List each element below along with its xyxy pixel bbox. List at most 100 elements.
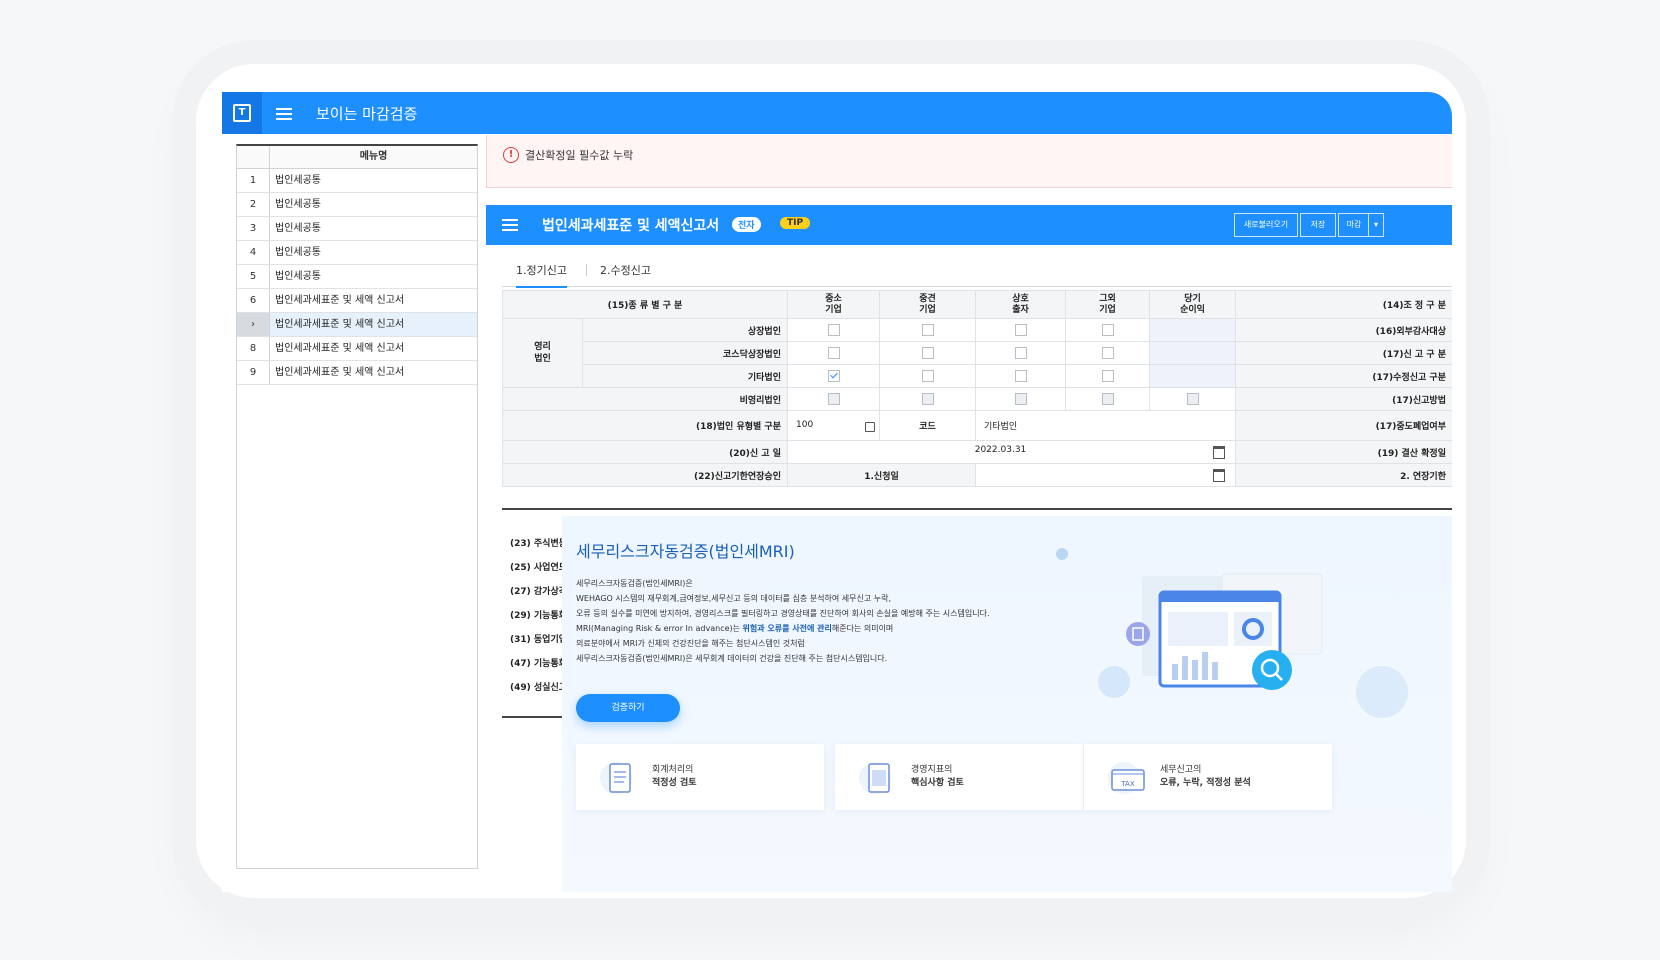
save-button[interactable]: 저장 (1300, 213, 1336, 237)
row-name: 법인세과세표준 및 세액 신고서 (275, 367, 405, 378)
deco-circle (1098, 666, 1130, 698)
alert-message[interactable]: 결산확정일 필수값 누락 (525, 147, 633, 163)
menu-icon[interactable] (276, 108, 292, 120)
menu-row[interactable]: 2 법인세공통 (237, 193, 477, 217)
mri-line: MRI(Managing Risk & error In advance)는 위… (576, 621, 1036, 636)
close-button[interactable]: 마감 (1338, 213, 1370, 237)
menu-row[interactable]: 1 법인세공통 (237, 169, 477, 193)
calendar-icon[interactable] (1213, 446, 1225, 459)
menu-list: 메뉴명 1 법인세공통 2 법인세공통 3 법인세공통 4 법인세공통 5 법인세공통 6… (236, 144, 478, 869)
tab-divider (586, 264, 587, 276)
other-netincome-cell (1149, 364, 1236, 388)
menu-header-label: 메뉴명 (359, 151, 388, 162)
feature-card-accounting[interactable]: 회계처리의 적정성 검토 (576, 744, 824, 810)
mri-line: 오류 등의 실수를 미연에 방지하여, 경영리스크를 필터링하고 경영상태를 진… (576, 609, 990, 618)
row-number: 4 (237, 241, 270, 264)
kosdaq-netincome-cell (1149, 341, 1236, 365)
nonprofit-cross-checkbox[interactable] (1014, 393, 1027, 405)
row-name: 법인세과세표준 및 세액 신고서 (275, 319, 405, 330)
form-header: 법인세과세표준 및 세액신고서 전자 TIP 새로불러오기 저장 마감 ▾ (486, 205, 1452, 245)
feature-card-management[interactable]: 경영지표의 핵심사항 검토 (835, 744, 1083, 810)
feature-card-tax[interactable]: TAX 세무신고의 오류, 누락, 적정성 분석 (1084, 744, 1332, 810)
menu-header: 메뉴명 (237, 146, 477, 169)
listed-mid-checkbox[interactable] (921, 324, 934, 336)
tab-amend[interactable]: 2.수정신고 (600, 262, 651, 278)
bar (1172, 664, 1178, 680)
menu-row[interactable]: 5 법인세공통 (237, 265, 477, 289)
row-31: (31) 동업기업 (510, 635, 562, 645)
menu-row[interactable]: 4 법인세공통 (237, 241, 477, 265)
menu-row[interactable]: 9 법인세과세표준 및 세액 신고서 (237, 361, 477, 385)
row-29: (29) 기능통화 (510, 611, 562, 621)
donut-panel (1234, 612, 1272, 646)
row-23: (23) 주식변동 (510, 539, 562, 549)
col-netincome: 당기 순이익 (1149, 290, 1236, 319)
kosdaq-sme-checkbox[interactable] (827, 347, 840, 359)
card-label: 회계처리의 적정성 검토 (652, 764, 697, 790)
logo-icon: T (233, 104, 251, 122)
listed-sme-checkbox[interactable] (827, 324, 840, 336)
kosdaq-mid-checkbox[interactable] (921, 347, 934, 359)
mri-line: 세무리스크자동검증(법인세MRI)은 세무회계 데이터의 건강을 진단해 주는 … (576, 654, 888, 663)
nonprofit-other-checkbox[interactable] (1101, 393, 1114, 405)
filing-date-input[interactable]: 2022.03.31 (787, 440, 1236, 464)
row-name: 법인세과세표준 및 세액 신고서 (275, 295, 405, 306)
menu-row[interactable]: 6 법인세과세표준 및 세액 신고서 (237, 289, 477, 313)
deco-dot (1056, 548, 1068, 560)
kosdaq-cross-checkbox[interactable] (1014, 347, 1027, 359)
menu-row[interactable]: 8 법인세과세표준 및 세액 신고서 (237, 337, 477, 361)
listed-other-checkbox[interactable] (1101, 324, 1114, 336)
row-name: 법인세공통 (275, 247, 321, 258)
audit-label: (16)외부감사대상 (1235, 318, 1452, 342)
card-label: 세무신고의 오류, 누락, 적정성 분석 (1160, 764, 1251, 790)
bar (1202, 652, 1208, 680)
other-sme-checkbox[interactable] (827, 370, 840, 382)
row-number: 2 (237, 193, 270, 216)
nonprofit-mid-checkbox[interactable] (921, 393, 934, 405)
calendar-icon[interactable] (1213, 469, 1225, 482)
nonprofit-sme-checkbox[interactable] (827, 393, 840, 405)
menu-row[interactable]: 3 법인세공통 (237, 217, 477, 241)
kosdaq-other-checkbox[interactable] (1101, 347, 1114, 359)
other-cross-checkbox[interactable] (1014, 370, 1027, 382)
mri-title: 세무리스크자동검증(법인세MRI) (576, 542, 795, 561)
section-divider (502, 508, 1452, 510)
document-icon (600, 762, 632, 794)
search-icon[interactable] (865, 421, 875, 432)
filing-date-label: (20)신 고 일 (502, 440, 788, 464)
verify-button[interactable]: 검증하기 (576, 694, 680, 722)
reload-button[interactable]: 새로불러오기 (1234, 213, 1298, 237)
listed-netincome-cell (1149, 318, 1236, 342)
electronic-badge: 전자 (732, 217, 761, 232)
row-49: (49) 성실신고 (510, 683, 562, 693)
mri-text: 해준다는 의미이며 (831, 624, 894, 633)
app-logo[interactable]: T (222, 92, 262, 134)
card-line1: 회계처리의 (652, 765, 694, 775)
other-mid-checkbox[interactable] (921, 370, 934, 382)
row-indicator: › (237, 313, 270, 336)
lower-divider (502, 716, 562, 718)
menu-row-selected[interactable]: › 법인세과세표준 및 세액 신고서 (237, 313, 477, 337)
card-line1: 세무신고의 (1160, 765, 1202, 775)
other-other-checkbox[interactable] (1101, 370, 1114, 382)
profit-corp-label: 영리 법인 (502, 318, 583, 388)
form-menu-icon[interactable] (502, 219, 518, 231)
row-name: 법인세과세표준 및 세액 신고서 (275, 343, 405, 354)
close-dropdown-icon[interactable]: ▾ (1368, 213, 1384, 237)
app-header: T 보이는 마감검증 (222, 92, 1452, 134)
magnifier-icon (1252, 650, 1292, 690)
tip-button[interactable]: TIP (780, 217, 811, 229)
tab-regular[interactable]: 1.정기신고 (516, 262, 567, 288)
row-name: 법인세공통 (275, 271, 321, 282)
row-number: 8 (237, 337, 270, 360)
bar (1212, 662, 1218, 680)
deco-circle (1356, 666, 1408, 718)
bar (1182, 656, 1188, 680)
listed-cross-checkbox[interactable] (1014, 324, 1027, 336)
mri-text: MRI(Managing Risk & error In advance)는 (576, 624, 743, 633)
corp-class-input[interactable]: 100 (787, 410, 880, 441)
nonprofit-netincome-checkbox[interactable] (1186, 393, 1199, 405)
apply-date-input[interactable] (975, 463, 1236, 487)
corp-class-value: 100 (796, 419, 814, 430)
mri-line: 의료분야에서 MRI가 신체의 건강진단을 해주는 첨단시스템인 것처럼 (576, 639, 805, 648)
